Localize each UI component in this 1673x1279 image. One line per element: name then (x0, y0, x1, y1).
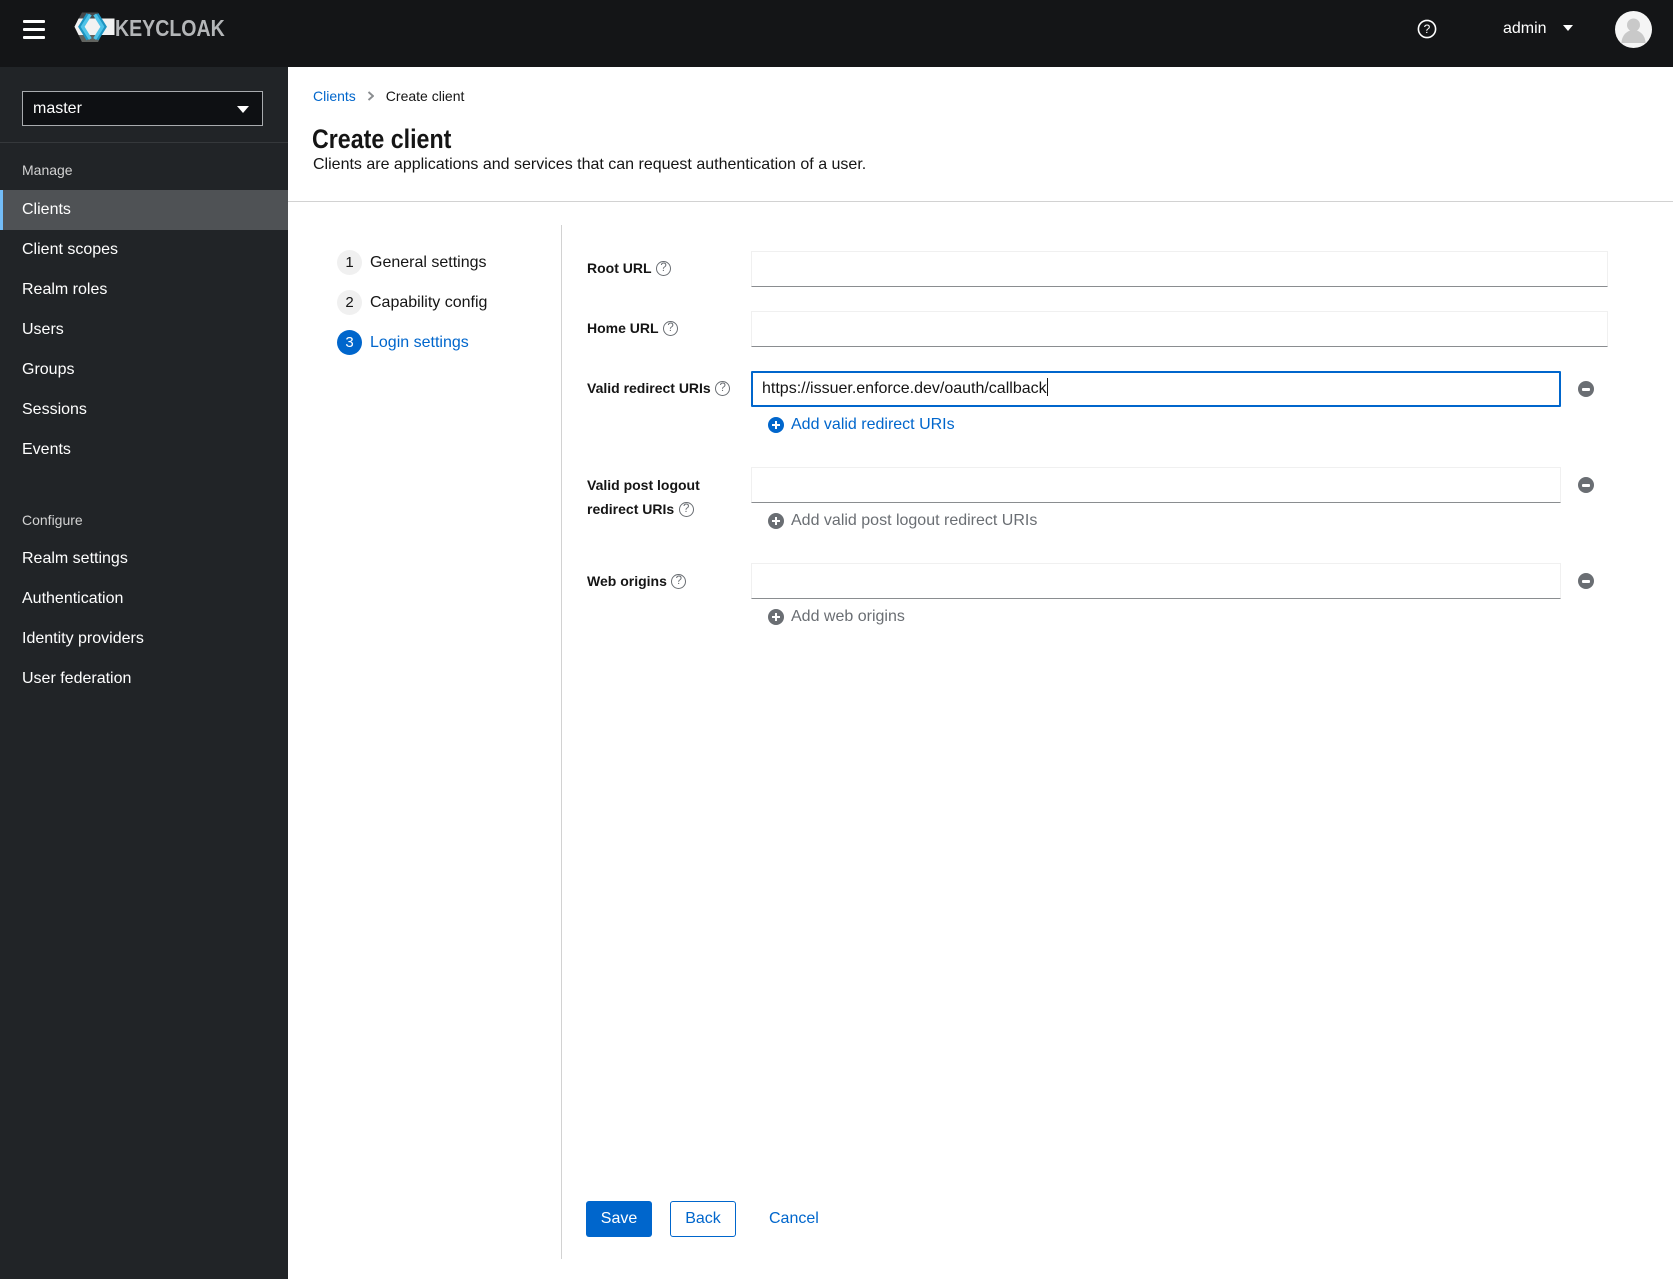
svg-text:?: ? (1424, 22, 1431, 36)
